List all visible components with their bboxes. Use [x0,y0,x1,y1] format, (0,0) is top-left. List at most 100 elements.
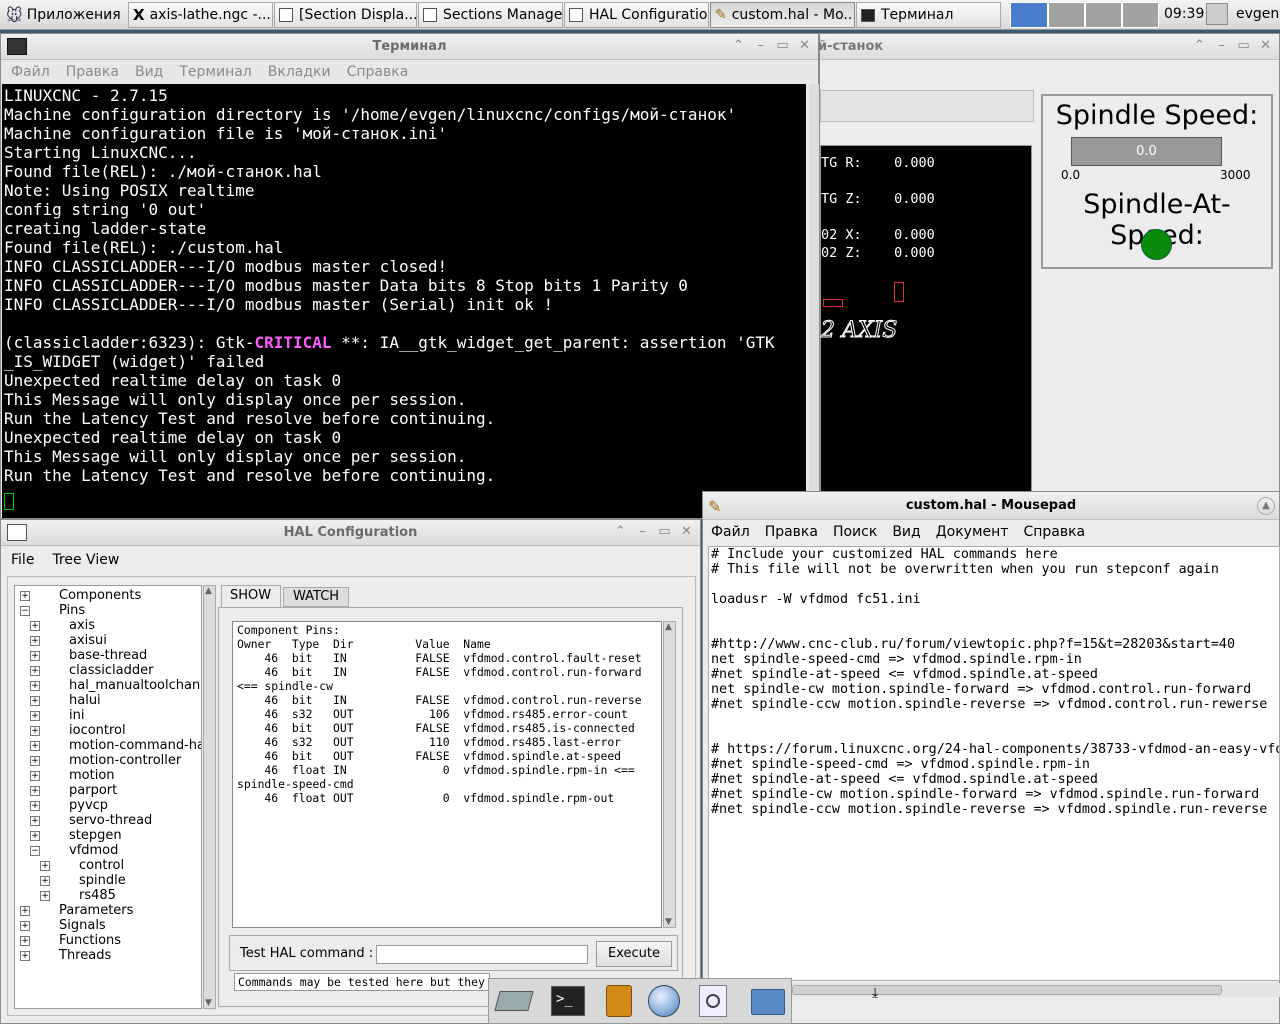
mousepad-titlebar: ✎ custom.hal - Mousepad ▲ [703,492,1279,520]
commands-output[interactable]: Commands may be tested here but they [234,973,490,991]
menu-terminal[interactable]: Терминал [179,64,251,80]
expand-icon[interactable]: + [20,906,30,916]
keep-above-icon[interactable]: ▲ [1257,497,1275,515]
terminal-scrollbar[interactable] [809,84,819,518]
hscroll-thumb[interactable] [792,985,1222,995]
task-section-display[interactable]: [Section Displa... [274,2,417,28]
expand-icon[interactable]: + [30,666,40,676]
task-mousepad[interactable]: ✎ custom.hal - Mo... [710,2,855,28]
minimize-icon[interactable]: – [753,38,768,53]
dro-label: TG R: [821,155,862,171]
folder-icon[interactable] [751,989,785,1015]
tab-watch[interactable]: WATCH [283,587,349,607]
collapse-icon[interactable]: − [30,846,40,856]
scroll-down-icon[interactable]: ▼ [665,917,672,927]
menu-help[interactable]: Справка [1023,524,1085,540]
terminal-line: Run the Latency Test and resolve before … [4,409,496,428]
expand-icon[interactable]: + [30,651,40,661]
file-manager-icon[interactable] [606,985,632,1017]
hal-titlebar: HAL Configuration ⌃ – ▭ ✕ [1,520,700,546]
tree-scrollbar[interactable]: ▲ ▼ [203,585,216,1009]
expand-icon[interactable]: + [20,951,30,961]
menu-tabs[interactable]: Вкладки [268,64,331,80]
keep-above-icon[interactable]: ⌃ [1192,38,1207,53]
expand-icon[interactable]: + [30,831,40,841]
axis-toolbar [820,90,1034,122]
show-scrollbar[interactable]: ▲ ▼ [663,621,676,928]
task-sections-manager[interactable]: Sections Manager [418,2,563,28]
show-text[interactable]: Component Pins: Owner Type Dir Value Nam… [232,621,662,928]
maximize-icon[interactable]: ▭ [657,524,672,539]
menu-file[interactable]: File [11,552,34,568]
keep-above-icon[interactable]: ⌃ [613,524,628,539]
expand-icon[interactable]: + [40,891,50,901]
user-name[interactable]: evgen [1236,6,1279,22]
menu-view[interactable]: Вид [135,64,163,80]
menu-file[interactable]: Файл [711,524,750,540]
maximize-icon[interactable]: ▭ [775,38,790,53]
menu-document[interactable]: Документ [936,524,1009,540]
crit-prefix: (classicladder:6323): Gtk- [4,333,255,352]
workspace-4[interactable] [1122,2,1159,28]
close-icon[interactable]: ✕ [679,524,694,539]
test-hal-input[interactable] [376,945,588,964]
workspace-1[interactable] [1010,2,1048,28]
expand-icon[interactable]: + [30,741,40,751]
search-icon[interactable] [699,985,727,1017]
terminal-icon[interactable]: >_ [551,986,585,1016]
scroll-up-icon[interactable]: ▲ [205,586,212,596]
expand-icon[interactable]: + [30,681,40,691]
minimize-icon[interactable]: – [1214,38,1229,53]
expand-icon[interactable]: + [30,621,40,631]
menu-edit[interactable]: Правка [66,64,119,80]
expand-icon[interactable]: + [30,696,40,706]
expand-icon[interactable]: + [30,711,40,721]
menu-file[interactable]: Файл [11,64,50,80]
applications-menu-button[interactable]: 🐭 Приложения [2,2,124,28]
terminal-output[interactable]: LINUXCNC - 2.7.15 Machine configuration d… [2,84,806,518]
expand-icon[interactable]: + [30,756,40,766]
execute-button[interactable]: Execute [596,941,672,967]
drive-icon[interactable] [494,991,534,1011]
close-icon[interactable]: ✕ [1258,38,1273,53]
menu-tree-view[interactable]: Tree View [52,552,119,568]
expand-icon[interactable]: + [20,591,30,601]
task-sections-manager-label: Sections Manager [443,7,563,23]
expand-icon[interactable]: + [30,771,40,781]
expand-icon[interactable]: + [30,816,40,826]
minimize-icon[interactable]: – [635,524,650,539]
maximize-icon[interactable]: ▭ [1236,38,1251,53]
expand-icon[interactable]: + [40,861,50,871]
tab-show[interactable]: SHOW [221,585,281,607]
expand-icon[interactable]: + [20,921,30,931]
web-browser-icon[interactable] [648,985,680,1017]
clock[interactable]: 09:39 [1164,6,1204,22]
mousepad-editor[interactable]: # Include your customized HAL commands h… [708,546,1280,981]
mousepad-hscrollbar[interactable] [792,983,1280,997]
scroll-down-icon[interactable]: ▼ [205,998,212,1008]
expand-icon[interactable]: + [30,636,40,646]
close-icon[interactable]: ✕ [797,38,812,53]
hal-tree[interactable]: + Components − Pins + axis + axisui + base-thread… [14,585,202,1009]
task-hal-configuration[interactable]: HAL Configuration [564,2,709,28]
axis-preview[interactable]: TG R: 0.000 TG Z: 0.000 02 X: 0.000 02 Z… [820,145,1032,493]
menu-help[interactable]: Справка [347,64,409,80]
collapse-icon[interactable]: − [20,606,30,616]
mousepad-title: custom.hal - Mousepad [905,498,1077,513]
window-icon [423,8,437,22]
expand-icon[interactable]: + [40,876,50,886]
menu-search[interactable]: Поиск [833,524,877,540]
expand-icon[interactable]: + [20,936,30,946]
scroll-up-icon[interactable]: ▲ [665,622,672,632]
expand-icon[interactable]: + [30,786,40,796]
expand-icon[interactable]: + [30,726,40,736]
menu-view[interactable]: Вид [892,524,920,540]
expand-icon[interactable]: + [30,801,40,811]
task-axis[interactable]: X axis-lathe.ngc -... [128,2,273,28]
workspace-3[interactable] [1085,2,1122,28]
menu-edit[interactable]: Правка [765,524,818,540]
keep-above-icon[interactable]: ⌃ [731,38,746,53]
workspace-2[interactable] [1048,2,1085,28]
task-terminal[interactable]: Терминал [856,2,1001,28]
hal-menubar: File Tree View [1,548,700,572]
